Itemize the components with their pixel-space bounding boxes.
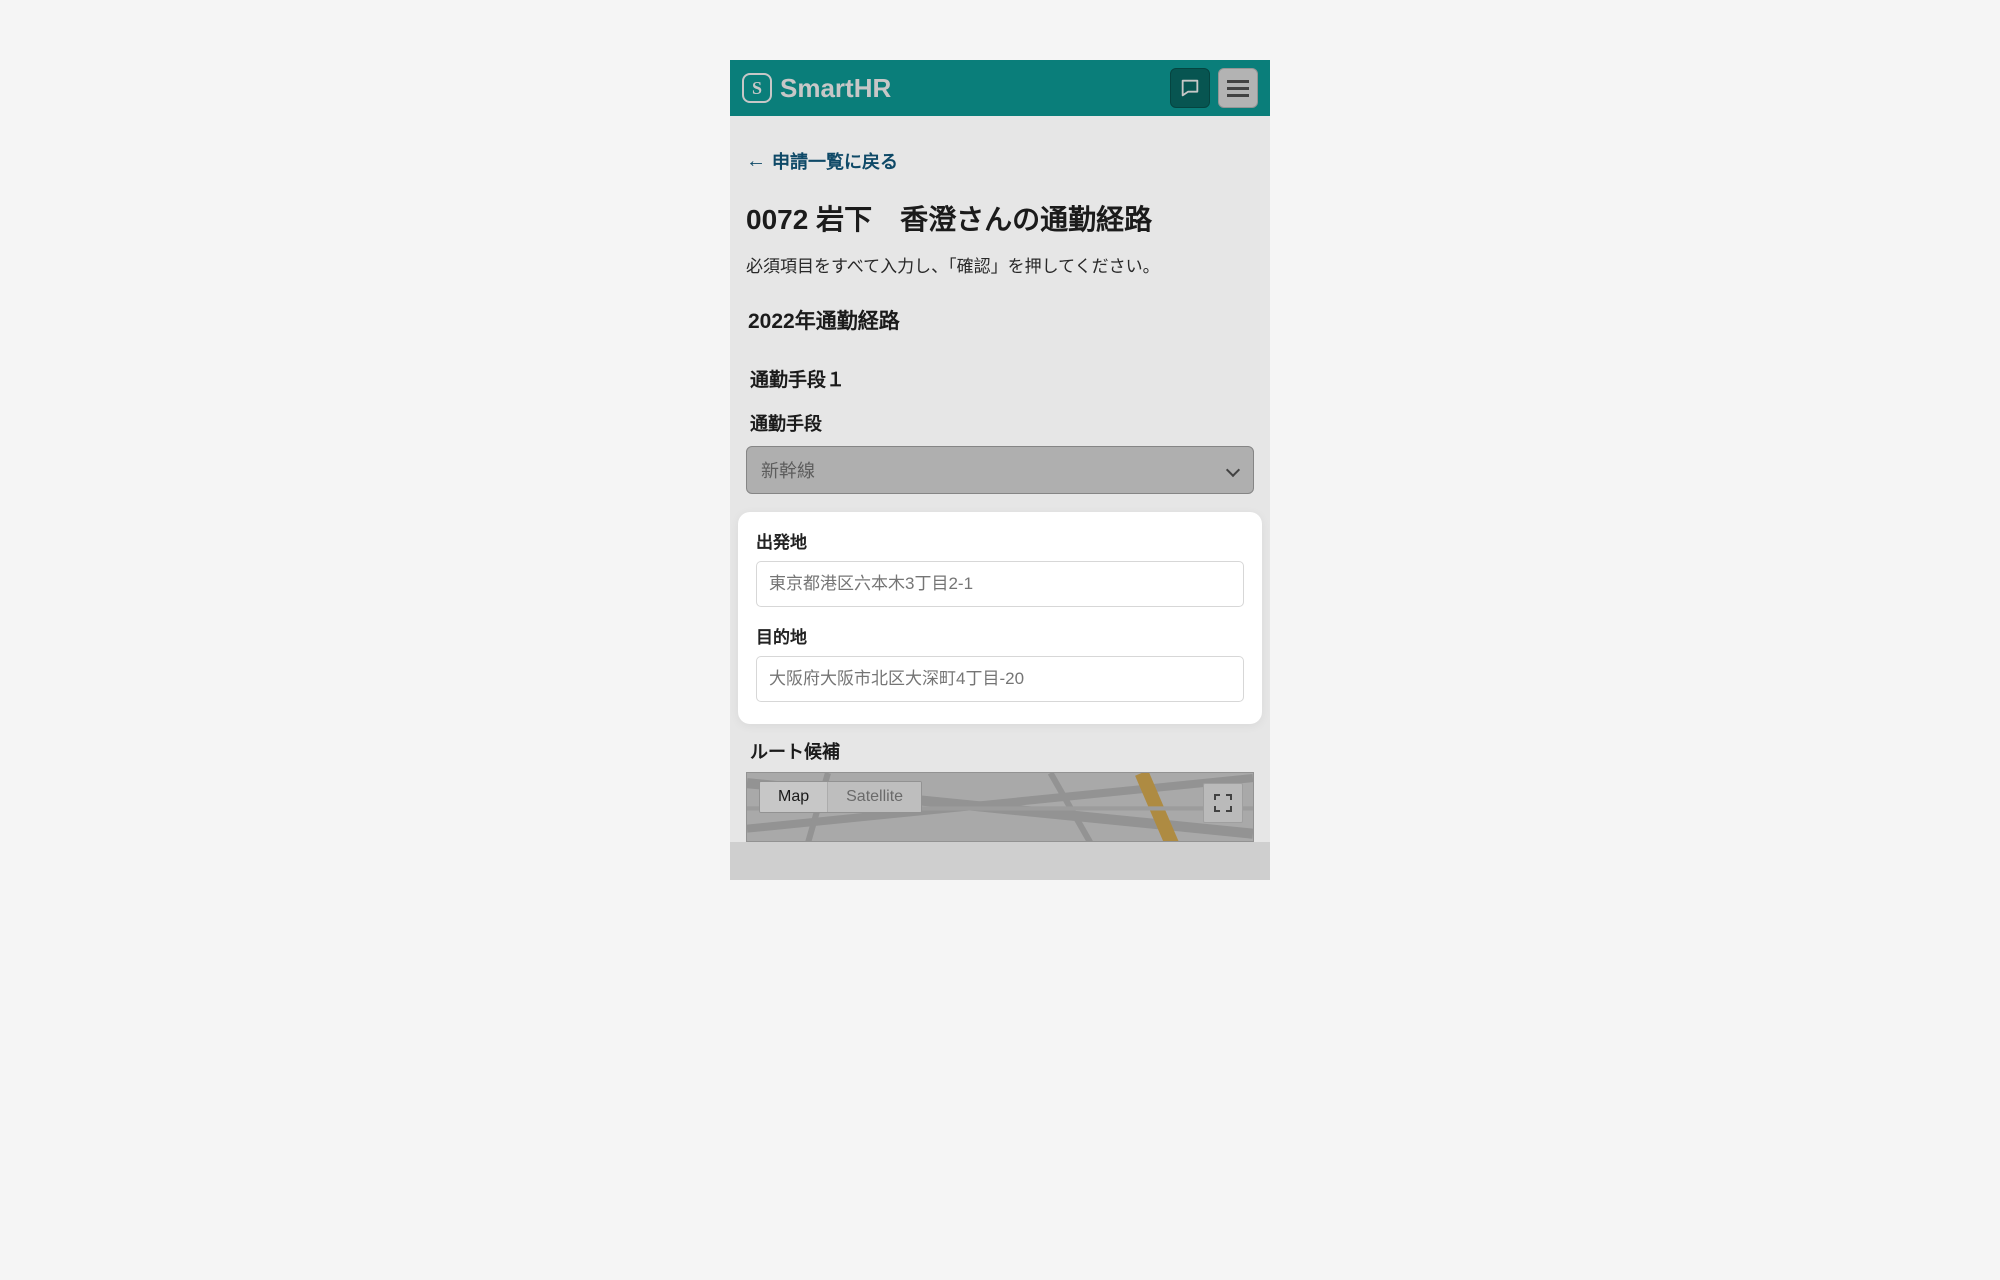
back-arrow-icon: ← xyxy=(746,151,766,171)
means-select-value: 新幹線 xyxy=(761,457,815,483)
chat-icon xyxy=(1179,77,1201,99)
page-title: 0072 岩下 香澄さんの通勤経路 xyxy=(746,198,1254,238)
means-select[interactable]: 新幹線 xyxy=(746,446,1254,494)
map-type-tabs: Map Satellite xyxy=(759,781,922,813)
hamburger-icon xyxy=(1227,80,1249,96)
brand-name: SmartHR xyxy=(780,73,891,104)
origin-label: 出発地 xyxy=(756,528,1244,553)
map-container[interactable]: Map Satellite xyxy=(746,772,1254,842)
map-fullscreen-button[interactable] xyxy=(1203,783,1243,823)
means-label: 通勤手段 xyxy=(746,410,1254,436)
page-help: 必須項目をすべて入力し、「確認」を押してください。 xyxy=(746,252,1254,277)
menu-button[interactable] xyxy=(1218,68,1258,108)
map-tab-map[interactable]: Map xyxy=(760,782,827,812)
route-candidates-label: ルート候補 xyxy=(750,738,1254,764)
section-title: 2022年通勤経路 xyxy=(748,305,1254,335)
fullscreen-icon xyxy=(1214,794,1232,812)
brand: S SmartHR xyxy=(742,73,891,104)
origin-destination-card: 出発地 目的地 xyxy=(738,512,1262,724)
means-select-wrap: 新幹線 xyxy=(746,446,1254,494)
brand-logo-icon: S xyxy=(742,73,772,103)
group1-label: 通勤手段１ xyxy=(746,365,1254,392)
app-header: S SmartHR xyxy=(730,60,1270,116)
back-link[interactable]: ← 申請一覧に戻る xyxy=(746,148,1254,174)
back-link-label: 申請一覧に戻る xyxy=(772,148,898,174)
destination-input[interactable] xyxy=(756,656,1244,702)
app-viewport: S SmartHR ← 申請一覧に戻る 0072 岩下 香澄さんの通勤経路 xyxy=(730,60,1270,880)
origin-input[interactable] xyxy=(756,561,1244,607)
map-tab-satellite[interactable]: Satellite xyxy=(827,782,921,812)
commute-form: 通勤手段１ 通勤手段 新幹線 xyxy=(746,357,1254,494)
page-body: ← 申請一覧に戻る 0072 岩下 香澄さんの通勤経路 必須項目をすべて入力し、… xyxy=(730,116,1270,842)
destination-label: 目的地 xyxy=(756,623,1244,648)
header-actions xyxy=(1170,68,1258,108)
chat-button[interactable] xyxy=(1170,68,1210,108)
